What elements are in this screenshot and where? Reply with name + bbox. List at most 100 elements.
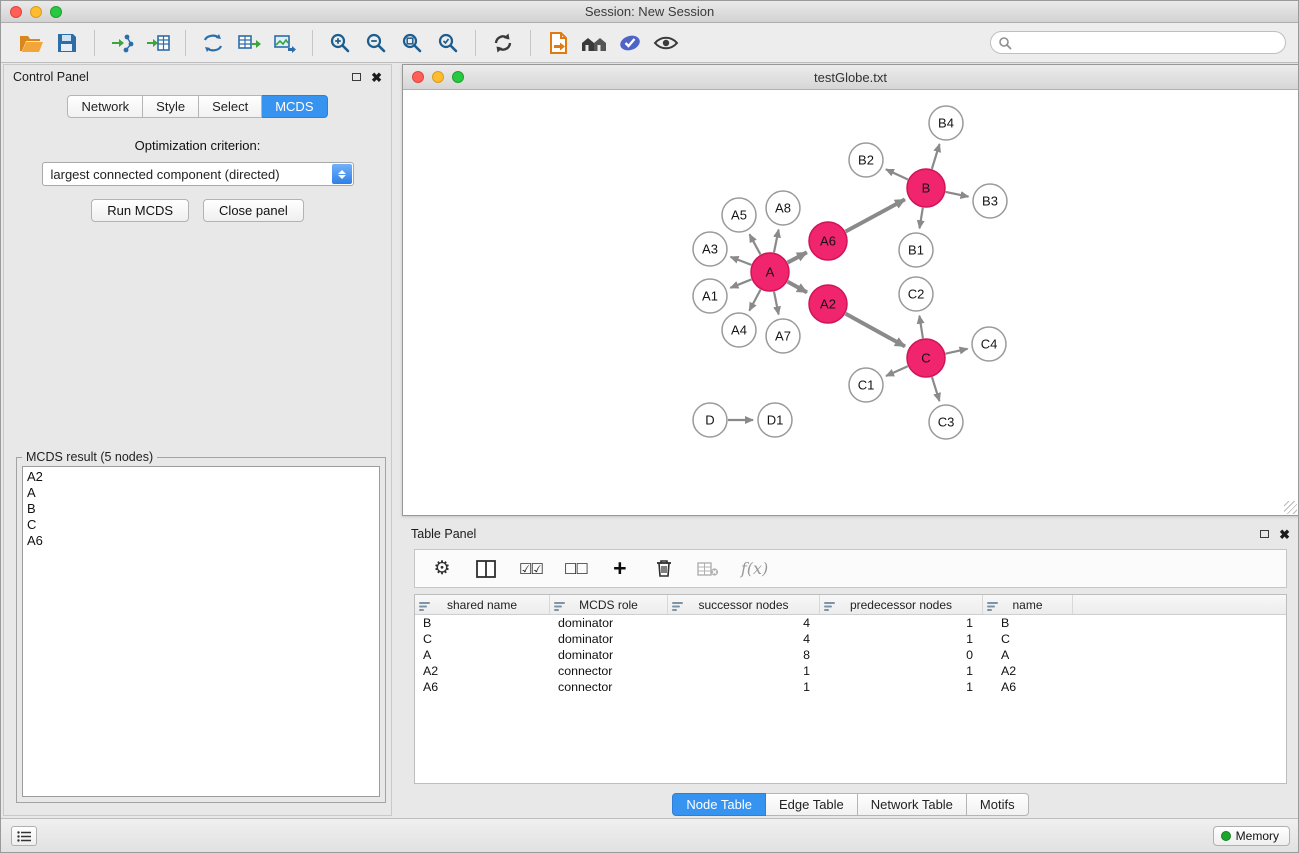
table-cell[interactable]: 4 (668, 616, 820, 630)
close-window-button[interactable] (10, 6, 22, 18)
table-cell[interactable]: A2 (415, 664, 550, 678)
table-cell[interactable]: A6 (983, 680, 1073, 694)
table-row[interactable]: Cdominator41C (415, 631, 1286, 647)
mcds-result-item[interactable]: B (27, 501, 379, 517)
tab-node-table[interactable]: Node Table (672, 793, 766, 816)
tab-network-table[interactable]: Network Table (858, 793, 967, 816)
column-header-predecessor-nodes[interactable]: predecessor nodes (820, 595, 983, 614)
add-column-icon[interactable]: + (609, 557, 631, 580)
task-history-button[interactable] (11, 826, 37, 846)
tab-network[interactable]: Network (67, 95, 143, 118)
table-float-panel-icon[interactable] (1260, 530, 1269, 538)
edge-B-B3[interactable] (946, 192, 969, 197)
run-mcds-button[interactable]: Run MCDS (91, 199, 189, 222)
edge-A-A1[interactable] (730, 279, 751, 287)
close-panel-icon[interactable]: ✖ (371, 71, 382, 84)
table-cell[interactable]: dominator (550, 616, 668, 630)
mcds-result-list[interactable]: A2ABCA6 (22, 466, 380, 797)
edge-A-A7[interactable] (774, 292, 779, 315)
table-row[interactable]: Adominator80A (415, 647, 1286, 663)
table-cell[interactable]: 4 (668, 632, 820, 646)
table-row[interactable]: A2connector11A2 (415, 663, 1286, 679)
edge-B-B1[interactable] (920, 208, 923, 229)
search-input[interactable] (1012, 34, 1285, 52)
network-zoom-button[interactable] (452, 71, 464, 83)
gear-icon[interactable]: ⚙ (431, 559, 453, 578)
zoom-window-button[interactable] (50, 6, 62, 18)
column-sort-icon[interactable] (419, 600, 430, 614)
export-image-icon[interactable] (267, 27, 303, 59)
tab-mcds[interactable]: MCDS (262, 95, 327, 118)
column-sort-icon[interactable] (672, 600, 683, 614)
mcds-result-item[interactable]: A6 (27, 533, 379, 549)
eye-icon[interactable] (648, 27, 684, 59)
deselect-all-columns-icon[interactable]: ☐☐ (564, 560, 587, 578)
import-table-icon[interactable] (140, 27, 176, 59)
table-cell[interactable]: connector (550, 680, 668, 694)
save-icon[interactable] (49, 27, 85, 59)
table-cell[interactable]: 1 (668, 680, 820, 694)
table-close-panel-icon[interactable]: ✖ (1279, 528, 1290, 541)
table-cell[interactable]: B (415, 616, 550, 630)
table-cell[interactable]: A2 (983, 664, 1073, 678)
trash-icon[interactable] (653, 559, 675, 578)
table-cell[interactable]: C (983, 632, 1073, 646)
edge-A6-B[interactable] (846, 199, 905, 231)
table-cell[interactable]: 1 (820, 680, 983, 694)
table-cell[interactable]: 1 (820, 616, 983, 630)
tab-select[interactable]: Select (199, 95, 262, 118)
table-cell[interactable]: A (415, 648, 550, 662)
mcds-result-item[interactable]: C (27, 517, 379, 533)
table-cell[interactable]: 1 (820, 632, 983, 646)
home-icon[interactable] (576, 27, 612, 59)
table-cell[interactable]: A (983, 648, 1073, 662)
edge-C-C1[interactable] (886, 366, 908, 376)
open-folder-icon[interactable] (13, 27, 49, 59)
column-header-successor-nodes[interactable]: successor nodes (668, 595, 820, 614)
resize-grip[interactable] (1284, 501, 1297, 514)
edge-A-A2[interactable] (788, 282, 807, 293)
column-sort-icon[interactable] (554, 600, 565, 614)
edge-A-A3[interactable] (731, 257, 752, 265)
edge-C-C3[interactable] (932, 377, 939, 401)
columns-icon[interactable] (475, 560, 497, 578)
edge-C-C4[interactable] (946, 349, 968, 354)
table-cell[interactable]: 8 (668, 648, 820, 662)
minimize-window-button[interactable] (30, 6, 42, 18)
table-cell[interactable]: 1 (820, 664, 983, 678)
table-cell[interactable]: connector (550, 664, 668, 678)
edge-B-B2[interactable] (886, 169, 908, 179)
edge-A-A6[interactable] (788, 252, 807, 262)
import-network-icon[interactable] (104, 27, 140, 59)
zoom-selected-icon[interactable] (430, 27, 466, 59)
table-cell[interactable]: A6 (415, 680, 550, 694)
optimization-criterion-dropdown[interactable]: largest connected component (directed) (42, 162, 354, 186)
table-cell[interactable]: 0 (820, 648, 983, 662)
table-row[interactable]: Bdominator41B (415, 615, 1286, 631)
column-sort-icon[interactable] (824, 600, 835, 614)
table-row[interactable]: A6connector11A6 (415, 679, 1286, 695)
tab-edge-table[interactable]: Edge Table (766, 793, 858, 816)
style-check-icon[interactable] (612, 27, 648, 59)
column-sort-icon[interactable] (987, 600, 998, 614)
column-header-mcds-role[interactable]: MCDS role (550, 595, 668, 614)
column-header-shared-name[interactable]: shared name (415, 595, 550, 614)
table-cell[interactable]: C (415, 632, 550, 646)
table-transfer-icon[interactable] (231, 27, 267, 59)
network-close-button[interactable] (412, 71, 424, 83)
network-canvas[interactable]: B4B2BB3A8A5A6A3B1AC2A1A2A4A7C4CC1DD1C3 (403, 91, 1298, 515)
refresh-icon[interactable] (485, 27, 521, 59)
edge-A2-C[interactable] (846, 314, 905, 347)
document-icon[interactable] (540, 27, 576, 59)
network-minimize-button[interactable] (432, 71, 444, 83)
table-cell[interactable]: dominator (550, 632, 668, 646)
search-field[interactable] (990, 31, 1286, 54)
mcds-result-item[interactable]: A (27, 485, 379, 501)
edge-B-B4[interactable] (932, 144, 940, 169)
float-panel-icon[interactable] (352, 73, 361, 81)
table-cell[interactable]: B (983, 616, 1073, 630)
tab-style[interactable]: Style (143, 95, 199, 118)
select-all-columns-icon[interactable]: ☑☑ (519, 560, 542, 578)
memory-button[interactable]: Memory (1213, 826, 1290, 846)
edge-A-A4[interactable] (749, 290, 760, 311)
